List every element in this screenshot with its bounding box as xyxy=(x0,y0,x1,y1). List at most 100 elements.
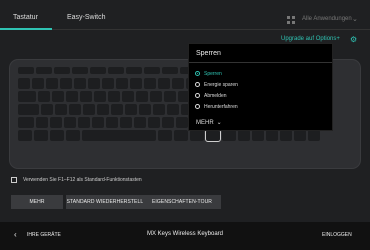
key[interactable] xyxy=(162,67,178,74)
key[interactable] xyxy=(36,67,52,74)
key[interactable] xyxy=(18,78,30,89)
key[interactable] xyxy=(294,130,306,141)
key[interactable] xyxy=(134,117,146,128)
key[interactable] xyxy=(106,117,118,128)
option-logout[interactable]: Abmelden xyxy=(195,91,227,100)
key[interactable] xyxy=(172,78,184,89)
tab-easy-switch[interactable]: Easy-Switch xyxy=(67,14,106,21)
key[interactable] xyxy=(130,78,142,89)
key[interactable] xyxy=(64,117,76,128)
tab-keyboard[interactable]: Tastatur xyxy=(13,14,38,21)
key[interactable] xyxy=(83,104,95,115)
key[interactable] xyxy=(150,91,162,102)
key[interactable] xyxy=(167,104,179,115)
key[interactable] xyxy=(18,67,34,74)
login-link[interactable]: EINLOGGEN xyxy=(322,232,352,238)
key[interactable] xyxy=(34,130,48,141)
key[interactable] xyxy=(252,130,264,141)
key[interactable] xyxy=(32,78,44,89)
fn-keys-label: Verwenden Sie F1–F12 als Standard-Funkti… xyxy=(23,177,142,183)
more-button[interactable]: MEHR xyxy=(11,195,63,209)
key[interactable] xyxy=(41,104,53,115)
key[interactable] xyxy=(164,91,176,102)
restore-defaults-button[interactable]: STANDARD WIEDERHERSTELLEN xyxy=(66,195,151,209)
key[interactable] xyxy=(88,78,100,89)
key[interactable] xyxy=(238,130,250,141)
key[interactable] xyxy=(153,104,165,115)
key[interactable] xyxy=(18,130,32,141)
key[interactable] xyxy=(36,117,48,128)
fn-keys-checkbox[interactable] xyxy=(11,177,17,183)
upgrade-link[interactable]: Upgrade auf Options+ xyxy=(281,36,340,42)
key[interactable] xyxy=(222,130,236,141)
key[interactable] xyxy=(148,117,160,128)
chevron-down-icon: ⌄ xyxy=(216,120,222,126)
key[interactable] xyxy=(46,78,58,89)
key[interactable] xyxy=(308,130,320,141)
more-label: MEHR xyxy=(196,119,214,126)
lock-options-popup: Sperren Sperren Energie sparen Abmelden … xyxy=(188,43,333,131)
radio[interactable] xyxy=(195,104,200,109)
key[interactable] xyxy=(50,130,64,141)
key[interactable] xyxy=(90,67,106,74)
key[interactable] xyxy=(80,91,92,102)
key[interactable] xyxy=(74,78,86,89)
grid-icon[interactable] xyxy=(287,16,295,24)
key[interactable] xyxy=(72,67,88,74)
key[interactable] xyxy=(52,91,64,102)
key[interactable] xyxy=(108,91,120,102)
key[interactable] xyxy=(144,67,160,74)
key[interactable] xyxy=(162,117,174,128)
key[interactable] xyxy=(18,117,34,128)
feature-tour-button[interactable]: EIGENSCHAFTEN-TOUR xyxy=(143,195,221,209)
key[interactable] xyxy=(66,130,80,141)
option-energy-save[interactable]: Energie sparen xyxy=(195,80,238,89)
key[interactable] xyxy=(97,104,109,115)
option-label: Sperren xyxy=(204,70,222,77)
radio-selected[interactable] xyxy=(195,71,200,76)
key[interactable] xyxy=(158,130,172,141)
key[interactable] xyxy=(174,130,188,141)
key[interactable] xyxy=(38,91,50,102)
key[interactable] xyxy=(158,78,170,89)
key[interactable] xyxy=(18,91,36,102)
key[interactable] xyxy=(66,91,78,102)
option-lock[interactable]: Sperren xyxy=(195,69,222,78)
key[interactable] xyxy=(190,130,204,141)
fn-keys-option[interactable]: Verwenden Sie F1–F12 als Standard-Funkti… xyxy=(11,177,142,183)
key[interactable] xyxy=(176,117,188,128)
key[interactable] xyxy=(92,117,104,128)
key-selected[interactable] xyxy=(205,129,221,142)
option-shutdown[interactable]: Herunterfahren xyxy=(195,102,238,111)
more-toggle[interactable]: MEHR ⌄ xyxy=(196,119,222,127)
key[interactable] xyxy=(126,67,142,74)
key[interactable] xyxy=(69,104,81,115)
radio[interactable] xyxy=(195,93,200,98)
key[interactable] xyxy=(94,91,106,102)
key[interactable] xyxy=(136,91,148,102)
key[interactable] xyxy=(111,104,123,115)
key[interactable] xyxy=(139,104,151,115)
key[interactable] xyxy=(50,117,62,128)
radio[interactable] xyxy=(195,82,200,87)
key[interactable] xyxy=(125,104,137,115)
device-name: MX Keys Wireless Keyboard xyxy=(146,231,224,237)
key[interactable] xyxy=(116,78,128,89)
key[interactable] xyxy=(78,117,90,128)
apps-selector[interactable]: Alle Anwendungen xyxy=(302,16,352,22)
key[interactable] xyxy=(60,78,72,89)
key[interactable] xyxy=(82,130,156,141)
key[interactable] xyxy=(102,78,114,89)
key[interactable] xyxy=(55,104,67,115)
key[interactable] xyxy=(266,130,278,141)
key[interactable] xyxy=(18,104,39,115)
key[interactable] xyxy=(122,91,134,102)
key[interactable] xyxy=(144,78,156,89)
key[interactable] xyxy=(54,67,70,74)
key[interactable] xyxy=(120,117,132,128)
key[interactable] xyxy=(108,67,124,74)
gear-icon[interactable]: ⚙ xyxy=(350,35,357,44)
chevron-down-icon[interactable]: ⌄ xyxy=(352,15,358,23)
keyboard-row-5 xyxy=(18,129,320,142)
key[interactable] xyxy=(280,130,292,141)
